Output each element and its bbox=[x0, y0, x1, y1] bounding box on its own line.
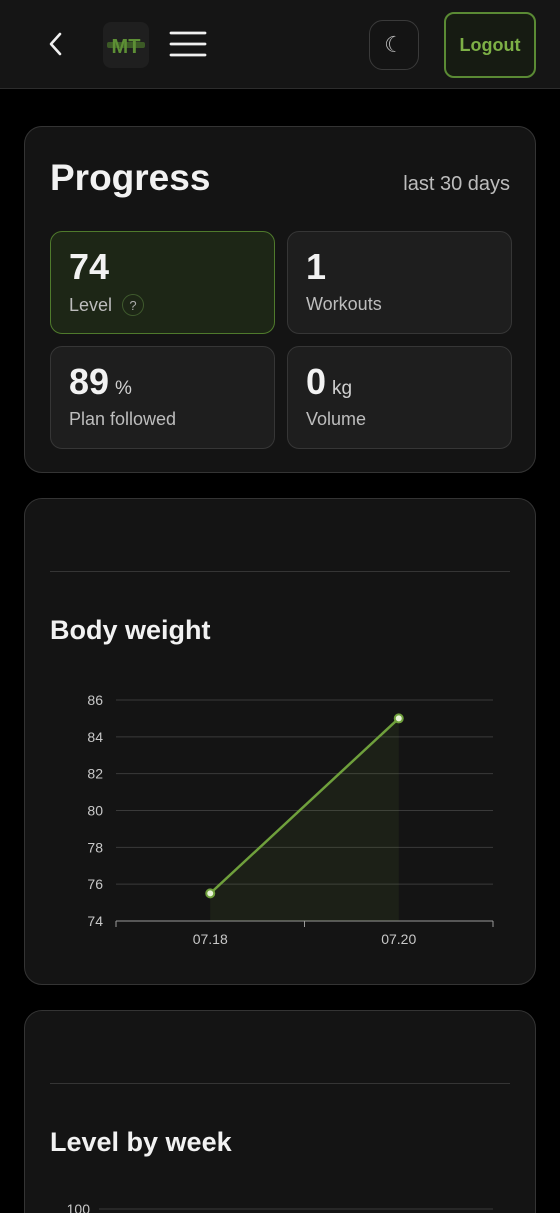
data-point bbox=[393, 713, 404, 724]
plan-followed-value: 89 bbox=[69, 361, 110, 402]
workouts-value: 1 bbox=[306, 246, 327, 287]
body-weight-card: Body weight 74 76 78 80 82 84 86 07.18 07.20 bbox=[24, 498, 536, 985]
x-tick-label: 07.18 bbox=[193, 931, 228, 947]
y-tick-label: 74 bbox=[87, 913, 103, 929]
menu-button[interactable] bbox=[168, 28, 208, 60]
app-header: MT ☾ Logout bbox=[0, 0, 560, 89]
level-by-week-card: Level by week 100 bbox=[24, 1010, 536, 1213]
volume-unit: kg bbox=[332, 378, 353, 399]
stat-label: Level ? bbox=[69, 294, 145, 316]
stat-label: Plan followed bbox=[69, 409, 176, 430]
stat-value: 0 kg bbox=[306, 361, 352, 403]
stat-value: 89% bbox=[69, 361, 132, 403]
back-button[interactable] bbox=[40, 28, 72, 60]
y-tick-label: 76 bbox=[87, 876, 103, 892]
y-tick-label: 82 bbox=[87, 766, 103, 782]
logo-text: MT bbox=[112, 36, 141, 58]
stat-plan-followed[interactable]: 89% Plan followed bbox=[50, 346, 275, 449]
y-tick-label: 78 bbox=[87, 839, 103, 855]
stat-level[interactable]: 74 Level ? bbox=[50, 231, 275, 334]
stat-value: 1 bbox=[306, 246, 326, 288]
hamburger-icon bbox=[169, 31, 207, 57]
y-tick-label: 86 bbox=[87, 692, 103, 708]
theme-toggle-button[interactable]: ☾ bbox=[369, 20, 419, 70]
logout-label: Logout bbox=[459, 34, 521, 55]
volume-label: Volume bbox=[306, 409, 367, 429]
stat-volume[interactable]: 0 kg Volume bbox=[287, 346, 512, 449]
workouts-label: Workouts bbox=[306, 294, 382, 314]
y-tick-label: 100 bbox=[67, 1201, 91, 1213]
stat-workouts[interactable]: 1 Workouts bbox=[287, 231, 512, 334]
stat-value: 74 bbox=[69, 246, 109, 288]
stat-label: Workouts bbox=[306, 294, 382, 315]
moon-icon: ☾ bbox=[384, 32, 404, 58]
y-tick-label: 80 bbox=[87, 803, 103, 819]
body-weight-chart: 74 76 78 80 82 84 86 07.18 07.20 bbox=[87, 692, 494, 947]
stat-label: Volume bbox=[306, 409, 366, 430]
level-value: 74 bbox=[69, 246, 110, 287]
level-label: Level bbox=[69, 294, 113, 315]
level-by-week-chart: 100 bbox=[67, 1201, 493, 1213]
data-point bbox=[205, 888, 216, 899]
help-icon[interactable]: ? bbox=[122, 294, 145, 316]
series-area bbox=[210, 718, 399, 921]
progress-card: Progress last 30 days 74 Level ? 1 Worko… bbox=[24, 126, 536, 473]
logout-button[interactable]: Logout bbox=[444, 12, 536, 78]
plan-followed-unit: % bbox=[115, 378, 132, 399]
app-logo[interactable]: MT bbox=[103, 22, 149, 68]
logo-mark: MT bbox=[107, 36, 145, 58]
chevron-left-icon bbox=[49, 32, 62, 56]
plan-followed-label: Plan followed bbox=[69, 409, 177, 429]
y-tick-label: 84 bbox=[87, 729, 103, 745]
progress-title: Progress bbox=[50, 157, 211, 198]
volume-value: 0 bbox=[306, 361, 327, 402]
x-tick-label: 07.20 bbox=[381, 931, 416, 947]
period-label: last 30 days bbox=[403, 173, 510, 195]
